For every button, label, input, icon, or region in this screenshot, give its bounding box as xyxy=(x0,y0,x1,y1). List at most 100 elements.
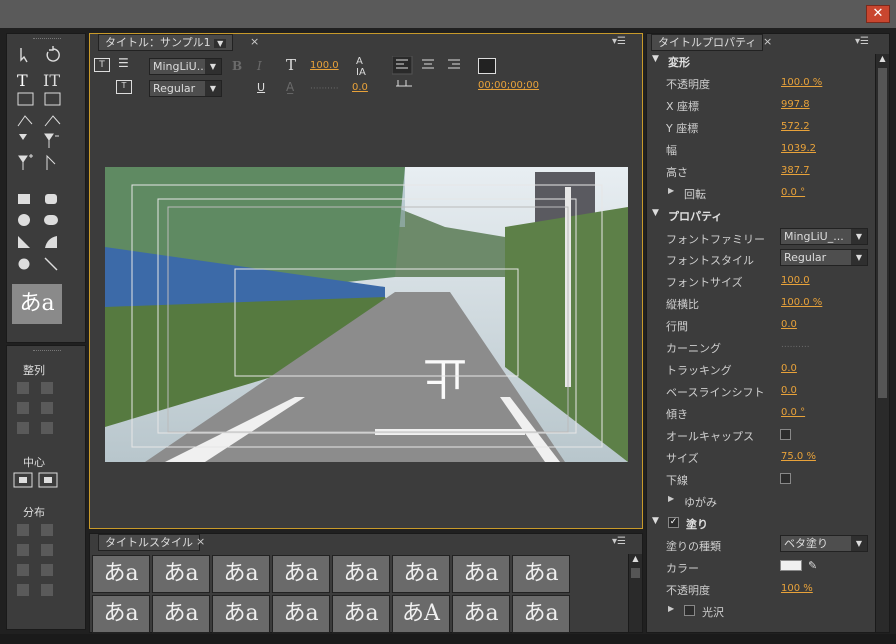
tab-close-icon[interactable]: × xyxy=(196,535,205,548)
fill-checkbox[interactable]: ✓ xyxy=(668,517,679,528)
italic-button[interactable]: I xyxy=(257,59,262,73)
align-text-left-icon[interactable] xyxy=(392,56,413,75)
font-size-value[interactable]: 100.0 xyxy=(310,60,339,71)
property-value[interactable]: 0.0 xyxy=(781,385,797,396)
scroll-thumb[interactable] xyxy=(631,568,640,578)
line-tool-icon[interactable] xyxy=(44,257,58,271)
property-value[interactable]: 0.0 ° xyxy=(781,407,805,418)
styles-scrollbar[interactable]: ▲ xyxy=(628,554,642,632)
property-value[interactable]: 100.0 % xyxy=(781,77,822,88)
property-value[interactable]: 100.0 % xyxy=(781,297,822,308)
distribute-bottom-icon[interactable] xyxy=(17,584,29,596)
tab-title-styles[interactable]: タイトルスタイル xyxy=(98,534,200,551)
roll-crawl-icon[interactable]: ☰ xyxy=(118,56,129,70)
tab-title-properties[interactable]: タイトルプロパティ xyxy=(651,34,764,51)
style-swatch[interactable]: あa xyxy=(92,555,150,593)
align-hcenter-icon[interactable] xyxy=(41,382,53,394)
vertical-type-tool-icon[interactable]: IT xyxy=(43,71,60,90)
triangle-down-icon[interactable]: ▼ xyxy=(652,516,659,526)
distribute-top-icon[interactable] xyxy=(17,564,29,576)
property-value[interactable]: 387.7 xyxy=(781,165,810,176)
property-checkbox[interactable] xyxy=(780,473,791,484)
style-swatch[interactable]: あa xyxy=(332,595,390,633)
style-swatch[interactable]: あa xyxy=(332,555,390,593)
add-anchor-tool-icon[interactable] xyxy=(18,154,33,170)
property-value[interactable]: 100 % xyxy=(781,583,813,594)
scroll-up-icon[interactable]: ▲ xyxy=(876,54,889,66)
tab-close-icon[interactable]: × xyxy=(250,35,259,48)
rotation-tool-icon[interactable] xyxy=(46,46,60,62)
panel-menu-icon[interactable]: ▾☰ xyxy=(612,36,626,47)
font-family-select[interactable]: MingLiU... ▼ xyxy=(149,58,222,75)
align-top-icon[interactable] xyxy=(41,402,53,414)
style-swatch[interactable]: あa xyxy=(392,555,450,593)
property-select[interactable]: ベタ塗り ▼ xyxy=(780,535,868,552)
triangle-right-icon[interactable]: ▶ xyxy=(668,494,674,503)
property-select[interactable]: Regular ▼ xyxy=(780,249,868,266)
property-value[interactable]: 0.0 xyxy=(781,319,797,330)
style-swatch[interactable]: あa xyxy=(152,555,210,593)
distribute-hspace-icon[interactable] xyxy=(41,544,53,556)
panel-menu-icon[interactable]: ▾☰ xyxy=(855,36,869,47)
leading-value-placeholder[interactable]: ·········· xyxy=(310,84,339,94)
pen-tool-icon[interactable] xyxy=(19,134,27,148)
style-swatch[interactable]: あa xyxy=(272,555,330,593)
area-type-tool-icon[interactable] xyxy=(17,92,34,106)
scroll-thumb[interactable] xyxy=(878,68,887,398)
timecode-value[interactable]: 00;00;00;00 xyxy=(478,80,539,91)
style-swatch[interactable]: あa xyxy=(452,595,510,633)
video-preview-canvas[interactable]: 止 xyxy=(105,167,628,462)
templates-icon[interactable]: T xyxy=(116,80,132,94)
align-right-icon[interactable] xyxy=(17,402,29,414)
properties-scrollbar[interactable]: ▲ xyxy=(875,54,889,632)
property-value[interactable]: 75.0 % xyxy=(781,451,816,462)
triangle-down-icon[interactable]: ▼ xyxy=(652,208,659,218)
rounded-corner-tool-icon[interactable] xyxy=(44,215,58,225)
ellipse-tool-icon[interactable] xyxy=(18,258,30,270)
style-swatch[interactable]: あa xyxy=(92,595,150,633)
fill-color-swatch[interactable] xyxy=(780,560,802,571)
style-swatch[interactable]: あa xyxy=(152,595,210,633)
style-swatch[interactable]: あa xyxy=(452,555,510,593)
property-value[interactable]: 572.2 xyxy=(781,121,810,132)
window-close-button[interactable]: ✕ xyxy=(866,5,890,23)
rectangle-tool-icon[interactable] xyxy=(18,194,30,204)
align-left-icon[interactable] xyxy=(17,382,29,394)
distribute-hcenter-icon[interactable] xyxy=(41,524,53,536)
path-type-tool-icon[interactable] xyxy=(17,115,33,127)
distribute-right-icon[interactable] xyxy=(17,544,29,556)
tab-stops-icon[interactable] xyxy=(396,80,412,87)
property-select[interactable]: MingLiU_... ▼ xyxy=(780,228,868,245)
style-swatch[interactable]: あa xyxy=(212,595,270,633)
panel-menu-icon[interactable]: ▾☰ xyxy=(612,536,626,547)
property-value[interactable]: 0.0 xyxy=(781,363,797,374)
tab-title-sample[interactable]: タイトル：サンプル1 ▼ xyxy=(98,34,234,51)
tab-close-icon[interactable]: × xyxy=(763,35,772,48)
property-value[interactable]: 0.0 ° xyxy=(781,187,805,198)
distribute-vcenter-icon[interactable] xyxy=(41,564,53,576)
scroll-up-icon[interactable]: ▲ xyxy=(629,554,642,566)
style-swatch[interactable]: あA xyxy=(392,595,450,633)
sheen-checkbox[interactable] xyxy=(684,605,695,616)
align-vcenter-icon[interactable] xyxy=(17,422,29,434)
property-value[interactable]: 1039.2 xyxy=(781,143,816,154)
delete-anchor-tool-icon[interactable] xyxy=(44,133,59,148)
convert-anchor-tool-icon[interactable] xyxy=(46,154,56,170)
arc-tool-icon[interactable] xyxy=(45,236,57,248)
align-bottom-icon[interactable] xyxy=(41,422,53,434)
panel-grip[interactable] xyxy=(33,350,61,352)
ellipse-rounded-tool-icon[interactable] xyxy=(18,214,30,226)
property-value[interactable]: 100.0 xyxy=(781,275,810,286)
distribute-vspace-icon[interactable] xyxy=(41,584,53,596)
bold-button[interactable]: B xyxy=(232,59,242,73)
vertical-area-type-tool-icon[interactable] xyxy=(44,92,61,106)
style-swatch[interactable]: あa xyxy=(512,555,570,593)
vertical-path-type-tool-icon[interactable] xyxy=(44,115,61,127)
triangle-down-icon[interactable]: ▼ xyxy=(652,54,659,64)
panel-grip[interactable] xyxy=(33,38,61,40)
selection-tool-icon[interactable] xyxy=(20,48,28,63)
property-checkbox[interactable] xyxy=(780,429,791,440)
property-value[interactable]: 997.8 xyxy=(781,99,810,110)
show-background-video-icon[interactable] xyxy=(478,58,496,74)
style-swatch[interactable]: あa xyxy=(212,555,270,593)
